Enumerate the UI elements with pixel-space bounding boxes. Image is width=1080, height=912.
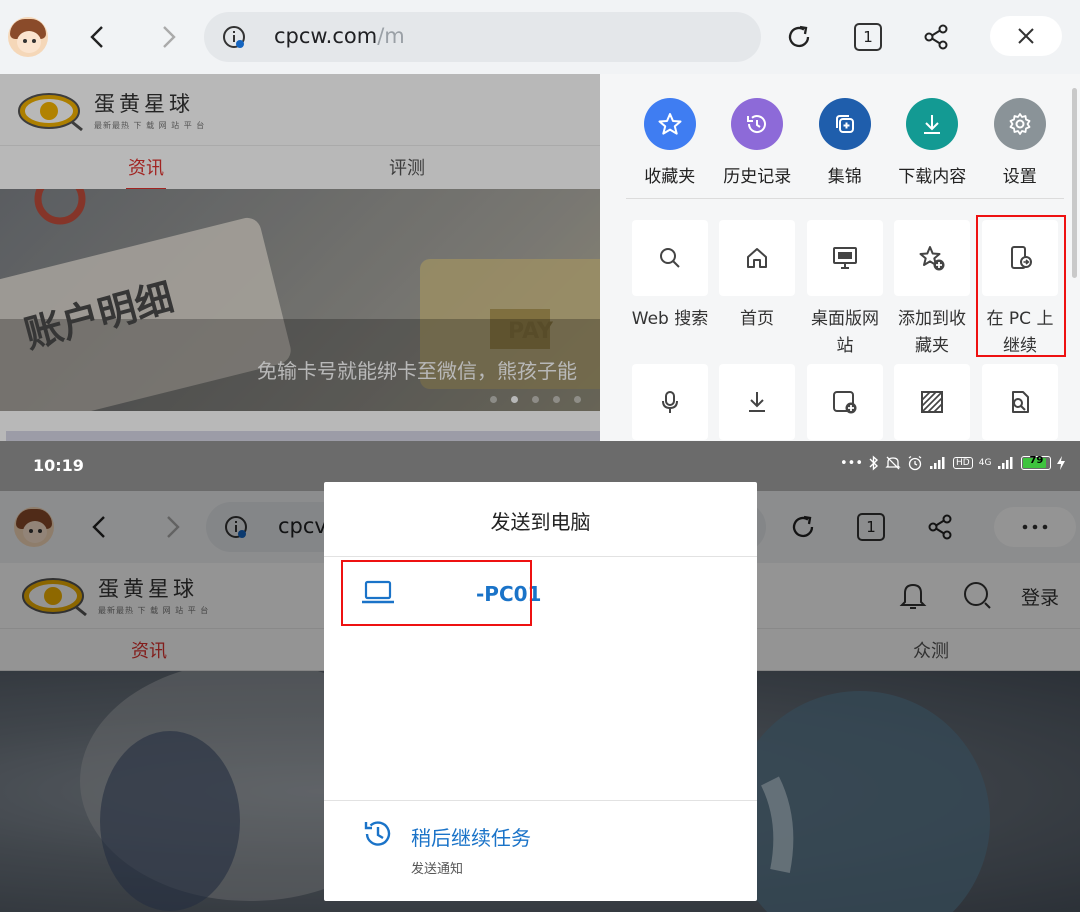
tile-add-favorite[interactable]: 添加到收藏夹 — [894, 220, 970, 360]
menu-divider — [626, 198, 1064, 199]
site-info-icon[interactable] — [222, 25, 248, 51]
browser-toolbar: cpcw.com/m 1 — [0, 0, 1080, 74]
add-tab-icon — [833, 391, 857, 414]
quick-action-history[interactable]: 历史记录 — [714, 98, 802, 187]
quick-action-collections[interactable]: 集锦 — [801, 98, 889, 187]
highlight-continue-on-pc — [976, 215, 1066, 357]
send-to-pc-dialog: 发送到电脑 -PC01 稍后继续任务 发送通知 — [324, 482, 757, 901]
chevron-right-icon — [163, 26, 176, 48]
home-icon — [747, 248, 767, 268]
back-button[interactable] — [78, 17, 118, 57]
menu-scrollbar[interactable] — [1072, 88, 1077, 278]
battery-level: 79 — [1029, 455, 1044, 466]
close-icon — [1018, 28, 1034, 44]
share-button[interactable] — [916, 17, 956, 57]
star-icon — [658, 113, 682, 135]
continue-later-subtitle: 发送通知 — [411, 862, 464, 877]
collections-icon — [835, 115, 854, 133]
history-icon[interactable] — [360, 816, 396, 852]
desktop-icon — [833, 247, 857, 269]
continue-later-button[interactable]: 稍后继续任务 — [411, 822, 531, 851]
tile-pattern[interactable] — [894, 364, 970, 440]
mute-icon — [885, 456, 901, 470]
close-menu-button[interactable] — [990, 16, 1062, 56]
quick-actions: 收藏夹 历史记录 集锦 下载内容 设置 — [626, 98, 1064, 187]
reload-icon — [788, 25, 810, 48]
quick-action-settings[interactable]: 设置 — [976, 98, 1064, 187]
url-text[interactable]: cpcw.com/m — [274, 24, 405, 48]
forward-button[interactable] — [148, 17, 188, 57]
avatar[interactable] — [8, 17, 48, 57]
charging-icon — [1057, 456, 1066, 470]
browser-menu: 收藏夹 历史记录 集锦 下载内容 设置 Web 搜索 首页 桌面版网站 添加到收… — [600, 74, 1080, 441]
more-notifications-icon: ••• — [840, 455, 864, 471]
hd-badge: HD — [953, 457, 973, 469]
tile-find-in-page[interactable] — [982, 364, 1058, 440]
chevron-left-icon — [90, 26, 103, 48]
tile-add-tab[interactable] — [807, 364, 883, 440]
status-time: 10:19 — [33, 456, 84, 475]
tile-home[interactable]: 首页 — [719, 220, 795, 333]
dialog-title: 发送到电脑 — [490, 510, 591, 534]
tabs-button[interactable]: 1 — [848, 17, 888, 57]
tile-web-search[interactable]: Web 搜索 — [632, 220, 708, 333]
menu-scrim[interactable] — [0, 74, 600, 441]
search-page-icon — [1012, 391, 1029, 413]
microphone-icon — [662, 391, 678, 413]
share-icon — [924, 24, 948, 50]
network-type: 4G — [978, 457, 992, 468]
address-bar[interactable]: cpcw.com/m — [204, 12, 761, 62]
tile-voice[interactable] — [632, 364, 708, 440]
download-icon — [924, 115, 941, 134]
history-icon — [747, 115, 767, 133]
divider — [324, 800, 757, 801]
divider — [324, 556, 757, 557]
gear-icon — [1009, 113, 1031, 135]
pattern-icon — [921, 391, 943, 413]
signal-icon — [998, 457, 1013, 469]
search-icon — [660, 248, 680, 268]
signal-icon — [930, 457, 945, 469]
bluetooth-icon — [869, 455, 879, 471]
tile-download[interactable] — [719, 364, 795, 440]
download-icon — [749, 392, 765, 412]
tile-desktop-site[interactable]: 桌面版网站 — [807, 220, 883, 360]
browser-menu-screen: 蛋黄星球 最新最热 下 载 网 站 平 台 资讯 评测 账户明细 PAY 免输卡… — [0, 0, 1080, 441]
alarm-icon — [908, 455, 922, 471]
status-icons: ••• HD 4G 79 — [840, 455, 1066, 471]
send-to-pc-screen: 10:19 ••• HD 4G 79 cpcv 1 蛋黄星球 最新最热 下 载 … — [0, 441, 1080, 912]
tab-count: 1 — [854, 23, 882, 51]
quick-action-favorites[interactable]: 收藏夹 — [626, 98, 714, 187]
highlight-device — [341, 560, 532, 626]
quick-action-downloads[interactable]: 下载内容 — [889, 98, 977, 187]
reload-button[interactable] — [779, 17, 819, 57]
battery-icon: 79 — [1021, 455, 1052, 470]
add-favorite-icon — [919, 246, 945, 271]
